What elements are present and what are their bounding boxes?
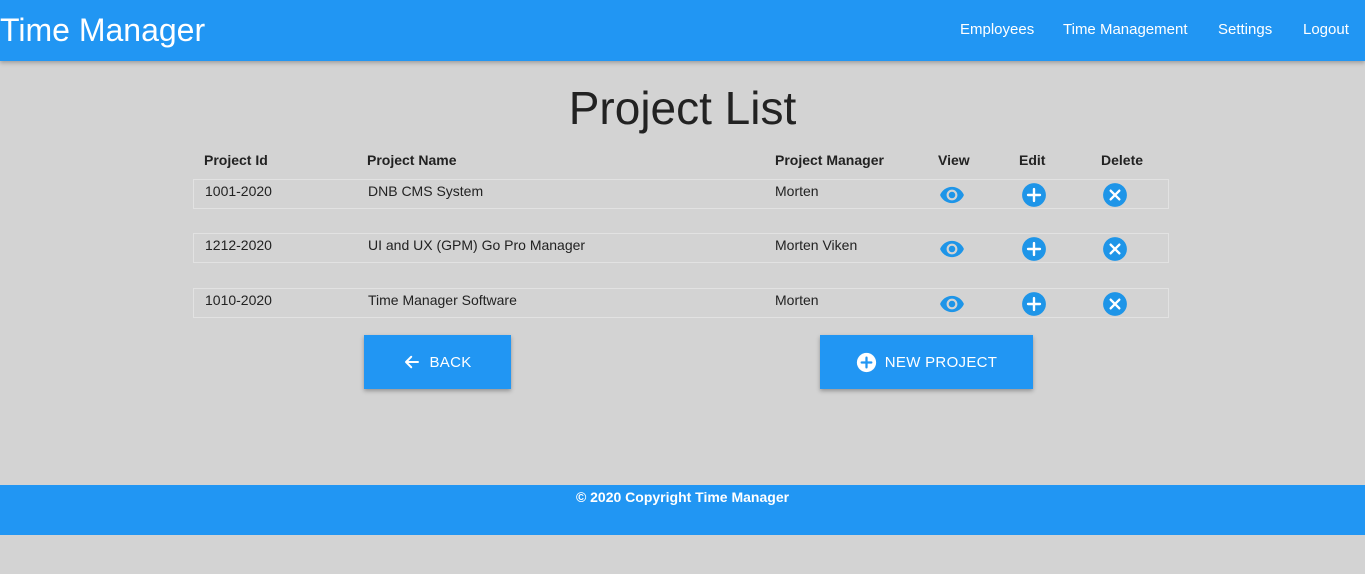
page-title: Project List bbox=[568, 82, 797, 134]
back-button[interactable]: BACK bbox=[364, 335, 511, 389]
top-navbar: Time Manager Employees Time Management S… bbox=[0, 0, 1365, 61]
footer: © 2020 Copyright Time Manager bbox=[0, 485, 1365, 535]
plus-circle-icon[interactable] bbox=[1021, 236, 1047, 262]
arrow-left-icon bbox=[405, 355, 420, 369]
header-delete: Delete bbox=[1101, 152, 1144, 168]
back-button-label: BACK bbox=[429, 353, 472, 371]
project-id-cell: 1010-2020 bbox=[205, 292, 272, 308]
header-edit: Edit bbox=[1019, 152, 1046, 168]
project-manager-cell: Morten Viken bbox=[775, 237, 858, 253]
new-project-button[interactable]: NEW PROJECT bbox=[820, 335, 1033, 389]
eye-icon[interactable] bbox=[939, 236, 965, 262]
eye-icon[interactable] bbox=[939, 291, 965, 317]
header-view: View bbox=[938, 152, 970, 168]
plus-circle-icon[interactable] bbox=[1021, 291, 1047, 317]
nav-item-settings[interactable]: Settings bbox=[1218, 20, 1272, 40]
project-manager-cell: Morten bbox=[775, 183, 819, 199]
nav-item-employees[interactable]: Employees bbox=[960, 20, 1034, 40]
project-manager-cell: Morten bbox=[775, 292, 819, 308]
project-name-cell: Time Manager Software bbox=[368, 292, 517, 308]
nav-item-logout[interactable]: Logout bbox=[1303, 20, 1349, 40]
x-circle-icon[interactable] bbox=[1102, 182, 1128, 208]
app-title[interactable]: Time Manager bbox=[0, 11, 205, 49]
project-id-cell: 1212-2020 bbox=[205, 237, 272, 253]
x-circle-icon[interactable] bbox=[1102, 236, 1128, 262]
nav-item-time-management[interactable]: Time Management bbox=[1063, 20, 1188, 40]
plus-circle-icon bbox=[856, 352, 876, 372]
plus-circle-icon[interactable] bbox=[1021, 182, 1047, 208]
header-project-id: Project Id bbox=[204, 152, 268, 168]
header-project-name: Project Name bbox=[367, 152, 457, 168]
project-id-cell: 1001-2020 bbox=[205, 183, 272, 199]
x-circle-icon[interactable] bbox=[1102, 291, 1128, 317]
eye-icon[interactable] bbox=[939, 182, 965, 208]
header-project-manager: Project Manager bbox=[775, 152, 884, 168]
project-name-cell: DNB CMS System bbox=[368, 183, 484, 199]
new-project-button-label: NEW PROJECT bbox=[884, 353, 998, 371]
copyright-text: © 2020 Copyright Time Manager bbox=[575, 489, 790, 505]
project-name-cell: UI and UX (GPM) Go Pro Manager bbox=[368, 237, 586, 253]
